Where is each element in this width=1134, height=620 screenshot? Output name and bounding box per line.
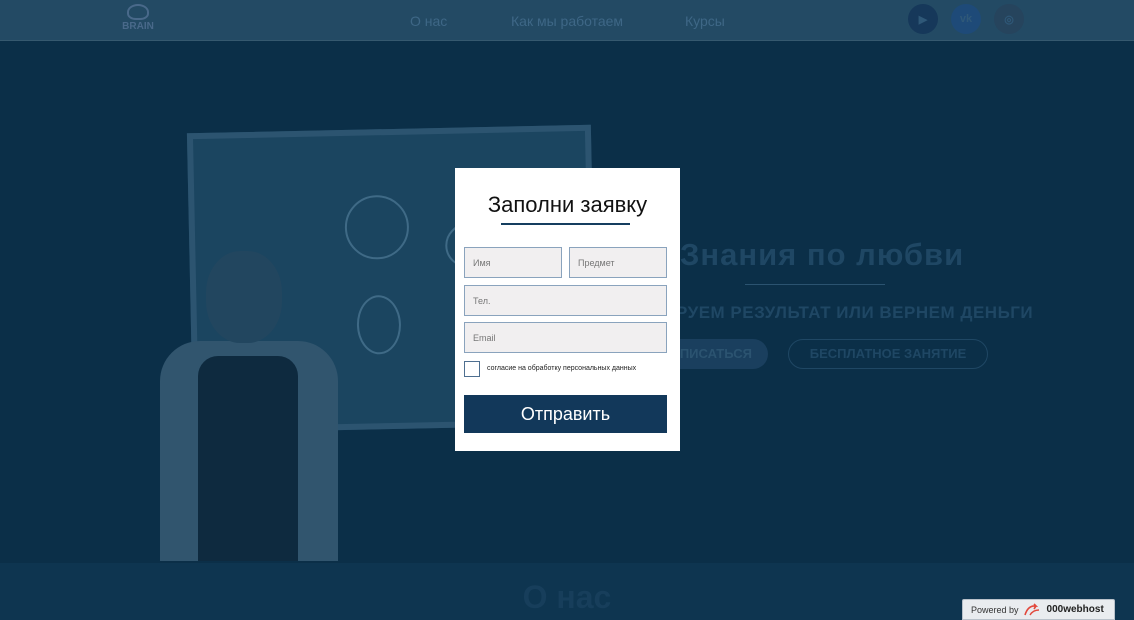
nav-link-about[interactable]: О нас bbox=[410, 13, 447, 29]
title-underline bbox=[501, 223, 630, 225]
instagram-icon[interactable]: ◎ bbox=[994, 4, 1024, 34]
powered-by-badge[interactable]: Powered by 000webhost bbox=[962, 599, 1115, 620]
phone-input[interactable] bbox=[464, 285, 667, 316]
board-sketch bbox=[356, 294, 402, 355]
vk-icon[interactable]: vk bbox=[951, 4, 981, 34]
application-modal: Заполни заявку согласие на обработку пер… bbox=[455, 168, 680, 451]
hero-subtitle: руем результат или вернем деньги bbox=[676, 303, 1034, 322]
modal-title: Заполни заявку bbox=[487, 192, 648, 217]
subject-input[interactable] bbox=[569, 247, 667, 278]
teacher-head bbox=[206, 251, 282, 343]
consent-checkbox[interactable] bbox=[464, 361, 480, 377]
nav-link-courses[interactable]: Курсы bbox=[685, 13, 725, 29]
youtube-icon[interactable]: ▶ bbox=[908, 4, 938, 34]
webhost-logo-icon bbox=[1023, 602, 1039, 615]
hero-divider bbox=[745, 284, 885, 285]
brain-logo[interactable]: BRAIN bbox=[118, 4, 158, 34]
teacher-vest bbox=[198, 356, 298, 561]
hero-title: Знания по любви bbox=[680, 237, 965, 272]
board-sketch bbox=[344, 194, 410, 260]
nav-link-how-we-work[interactable]: Как мы работаем bbox=[511, 13, 623, 29]
brain-logo-icon bbox=[127, 4, 149, 20]
logo-text: BRAIN bbox=[122, 21, 154, 32]
name-input[interactable] bbox=[464, 247, 562, 278]
submit-button[interactable]: Отправить bbox=[464, 395, 667, 433]
webhost-brand: 000webhost bbox=[1046, 604, 1104, 615]
email-input[interactable] bbox=[464, 322, 667, 353]
teacher-photo bbox=[160, 251, 340, 561]
free-lesson-button[interactable]: Бесплатное занятие bbox=[788, 339, 988, 369]
top-navigation: BRAIN О нас Как мы работаем Курсы ▶ vk ◎ bbox=[0, 0, 1134, 41]
consent-label: согласие на обработку персональных данны… bbox=[487, 365, 637, 372]
powered-by-text: Powered by bbox=[971, 604, 1019, 615]
